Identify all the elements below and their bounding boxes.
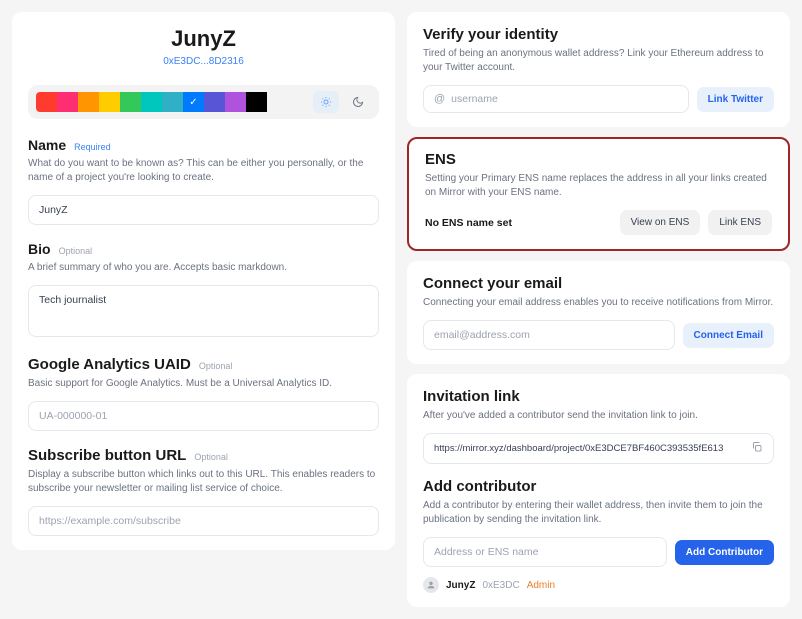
email-input[interactable] bbox=[423, 320, 675, 350]
invite-link-field[interactable]: https://mirror.xyz/dashboard/project/0xE… bbox=[423, 433, 774, 464]
at-icon: @ bbox=[434, 93, 445, 105]
color-swatch[interactable] bbox=[141, 92, 162, 112]
verify-desc: Tired of being an anonymous wallet addre… bbox=[423, 47, 774, 75]
twitter-username-input[interactable] bbox=[451, 93, 677, 105]
bio-desc: A brief summary of who you are. Accepts … bbox=[28, 261, 379, 275]
color-swatch[interactable] bbox=[78, 92, 99, 112]
email-desc: Connecting your email address enables yo… bbox=[423, 296, 774, 310]
invitation-card: Invitation link After you've added a con… bbox=[407, 374, 790, 607]
subscribe-field-block: Subscribe button URL Optional Display a … bbox=[28, 447, 379, 536]
name-desc: What do you want to be known as? This ca… bbox=[28, 157, 379, 185]
add-desc: Add a contributor by entering their wall… bbox=[423, 499, 774, 527]
ens-status-text: No ENS name set bbox=[425, 217, 512, 229]
name-field-block: Name Required What do you want to be kno… bbox=[28, 137, 379, 225]
admin-tag: Admin bbox=[527, 580, 555, 591]
link-ens-button[interactable]: Link ENS bbox=[708, 210, 772, 235]
light-theme-button[interactable] bbox=[313, 91, 339, 113]
optional-tag: Optional bbox=[194, 452, 228, 462]
invite-title: Invitation link bbox=[423, 388, 774, 405]
ens-card: ENS Setting your Primary ENS name replac… bbox=[407, 137, 790, 251]
bio-title: Bio Optional bbox=[28, 241, 379, 257]
view-ens-button[interactable]: View on ENS bbox=[620, 210, 701, 235]
optional-tag: Optional bbox=[59, 246, 93, 256]
contributor-row: JunyZ 0xE3DC Admin bbox=[423, 577, 774, 593]
bio-field-block: Bio Optional A brief summary of who you … bbox=[28, 241, 379, 340]
link-twitter-button[interactable]: Link Twitter bbox=[697, 87, 774, 112]
color-swatch[interactable] bbox=[246, 92, 267, 112]
display-name: JunyZ bbox=[28, 26, 379, 52]
profile-settings-card: JunyZ 0xE3DC...8D2316 Name Required What… bbox=[12, 12, 395, 550]
color-swatches bbox=[36, 92, 307, 112]
ga-field-block: Google Analytics UAID Optional Basic sup… bbox=[28, 356, 379, 431]
subscribe-desc: Display a subscribe button which links o… bbox=[28, 468, 379, 496]
color-palette-row bbox=[28, 85, 379, 119]
color-swatch[interactable] bbox=[225, 92, 246, 112]
name-title: Name Required bbox=[28, 137, 379, 153]
verify-card: Verify your identity Tired of being an a… bbox=[407, 12, 790, 127]
color-swatch[interactable] bbox=[99, 92, 120, 112]
dark-theme-button[interactable] bbox=[345, 91, 371, 113]
color-swatch[interactable] bbox=[183, 92, 204, 112]
bio-input[interactable] bbox=[28, 285, 379, 337]
color-swatch[interactable] bbox=[36, 92, 57, 112]
ga-input[interactable] bbox=[28, 401, 379, 431]
subscribe-title: Subscribe button URL Optional bbox=[28, 447, 379, 464]
optional-tag: Optional bbox=[199, 361, 233, 371]
subscribe-title-text: Subscribe button URL bbox=[28, 447, 186, 464]
contributor-address-input[interactable] bbox=[423, 537, 667, 567]
ga-title-text: Google Analytics UAID bbox=[28, 356, 191, 373]
contributor-name: JunyZ bbox=[446, 580, 475, 591]
color-swatch[interactable] bbox=[204, 92, 225, 112]
connect-email-button[interactable]: Connect Email bbox=[683, 323, 774, 348]
subscribe-input[interactable] bbox=[28, 506, 379, 536]
invite-url-text: https://mirror.xyz/dashboard/project/0xE… bbox=[434, 443, 745, 454]
contributor-address: 0xE3DC bbox=[482, 580, 519, 591]
ens-desc: Setting your Primary ENS name replaces t… bbox=[425, 172, 772, 200]
name-input[interactable] bbox=[28, 195, 379, 225]
color-swatch[interactable] bbox=[120, 92, 141, 112]
wallet-address: 0xE3DC...8D2316 bbox=[28, 56, 379, 67]
email-title: Connect your email bbox=[423, 275, 774, 292]
invite-desc: After you've added a contributor send th… bbox=[423, 409, 774, 423]
required-tag: Required bbox=[74, 142, 111, 152]
email-card: Connect your email Connecting your email… bbox=[407, 261, 790, 364]
color-swatch[interactable] bbox=[57, 92, 78, 112]
ga-title: Google Analytics UAID Optional bbox=[28, 356, 379, 373]
verify-title: Verify your identity bbox=[423, 26, 774, 43]
ga-desc: Basic support for Google Analytics. Must… bbox=[28, 377, 379, 391]
bio-title-text: Bio bbox=[28, 241, 51, 257]
copy-icon[interactable] bbox=[745, 441, 763, 456]
twitter-username-input-wrap[interactable]: @ bbox=[423, 85, 689, 113]
ens-title: ENS bbox=[425, 151, 772, 168]
add-contributor-button[interactable]: Add Contributor bbox=[675, 540, 774, 565]
add-title: Add contributor bbox=[423, 478, 774, 495]
avatar bbox=[423, 577, 439, 593]
color-swatch[interactable] bbox=[162, 92, 183, 112]
name-title-text: Name bbox=[28, 137, 66, 153]
